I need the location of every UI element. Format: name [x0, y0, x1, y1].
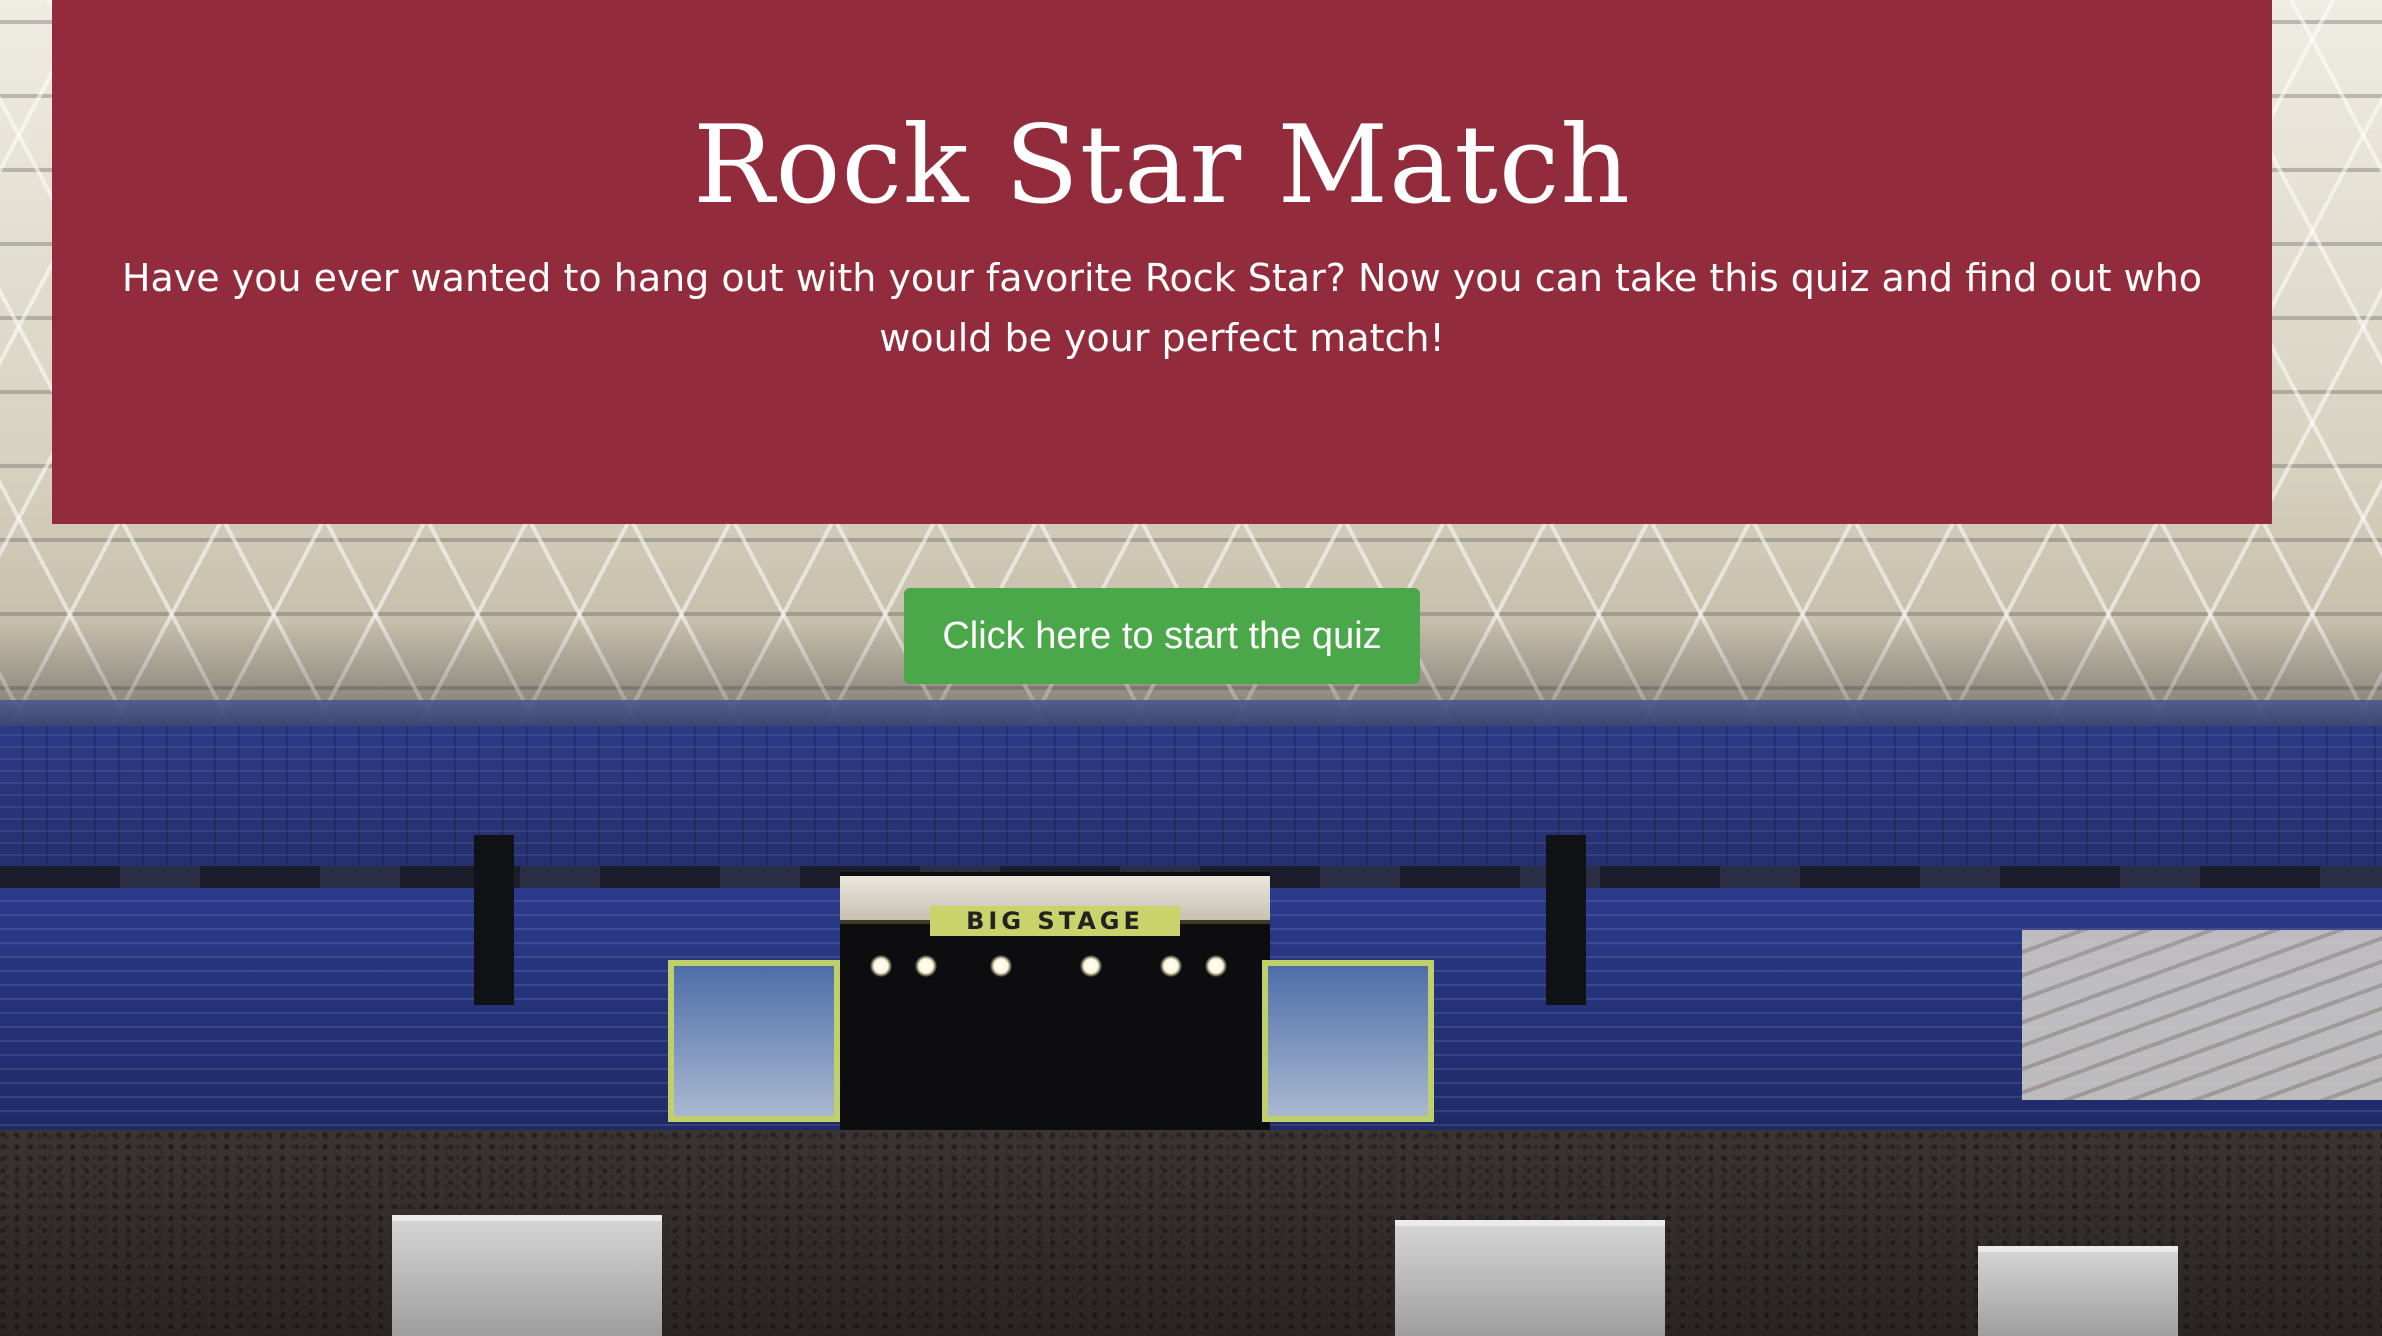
page-title: Rock Star Match — [693, 103, 1631, 228]
stage-light — [990, 955, 1012, 977]
right-stands — [2022, 930, 2382, 1100]
stage-light — [1160, 955, 1182, 977]
floor-tent — [1395, 1220, 1665, 1336]
banner-ring — [0, 700, 2382, 726]
video-screen-left — [668, 960, 840, 1122]
speaker-stack-left — [474, 835, 514, 1005]
floor-tent — [1978, 1246, 2178, 1336]
video-screen-right — [1262, 960, 1434, 1122]
upper-stands — [0, 726, 2382, 866]
header-card: Rock Star Match Have you ever wanted to … — [52, 0, 2272, 524]
stage-light — [1080, 955, 1102, 977]
start-quiz-button[interactable]: Click here to start the quiz — [904, 588, 1420, 684]
speaker-stack-right — [1546, 835, 1586, 1005]
floor-tent — [392, 1215, 662, 1336]
stage-light — [915, 955, 937, 977]
stage-light — [870, 955, 892, 977]
page-subtitle: Have you ever wanted to hang out with yo… — [121, 256, 2203, 360]
stage-sign-text: BIG STAGE — [966, 907, 1144, 935]
stage-light — [1205, 955, 1227, 977]
stage-sign: BIG STAGE — [930, 906, 1180, 936]
